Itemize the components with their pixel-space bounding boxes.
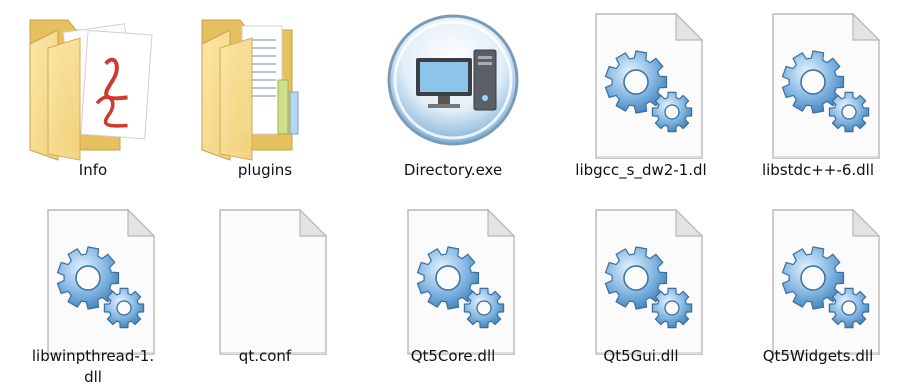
dll-gears-icon xyxy=(595,12,704,159)
file-name-label: Info xyxy=(78,161,108,179)
file-item[interactable]: Info xyxy=(8,0,178,190)
folder-with-documents-icon xyxy=(201,19,299,161)
file-item[interactable]: libgcc_s_dw2-1.dl xyxy=(556,0,726,190)
file-name-label: libstdc++-6.dll xyxy=(761,161,875,179)
file-item[interactable]: libstdc++-6.dll xyxy=(733,0,903,190)
computer-application-icon xyxy=(387,14,519,146)
file-item[interactable]: Qt5Gui.dll xyxy=(556,196,726,386)
dll-gears-icon xyxy=(47,208,156,355)
file-item[interactable]: plugins xyxy=(180,0,350,190)
file-icon-grid: Info plugins Directory.exe libgcc_s_dw2-… xyxy=(0,0,903,389)
file-name-label: Qt5Widgets.dll xyxy=(762,347,874,365)
file-name-label: plugins xyxy=(237,161,293,179)
file-item[interactable]: qt.conf xyxy=(180,196,350,386)
dll-gears-icon xyxy=(595,208,704,355)
file-item[interactable]: libwinpthread-1. dll xyxy=(8,196,178,386)
dll-gears-icon xyxy=(772,12,881,159)
blank-document-icon xyxy=(219,208,328,355)
file-name-label: Qt5Core.dll xyxy=(410,347,496,365)
file-name-label: Directory.exe xyxy=(403,161,503,179)
file-name-label: Qt5Gui.dll xyxy=(603,347,679,365)
file-item[interactable]: Qt5Widgets.dll xyxy=(733,196,903,386)
folder-with-pdf-icon xyxy=(29,19,153,161)
file-name-label: libwinpthread-1. dll xyxy=(31,347,155,386)
file-name-label: libgcc_s_dw2-1.dl xyxy=(575,161,707,179)
file-item[interactable]: Directory.exe xyxy=(368,0,538,190)
dll-gears-icon xyxy=(407,208,516,355)
file-item[interactable]: Qt5Core.dll xyxy=(368,196,538,386)
file-name-label: qt.conf xyxy=(238,347,292,365)
dll-gears-icon xyxy=(772,208,881,355)
